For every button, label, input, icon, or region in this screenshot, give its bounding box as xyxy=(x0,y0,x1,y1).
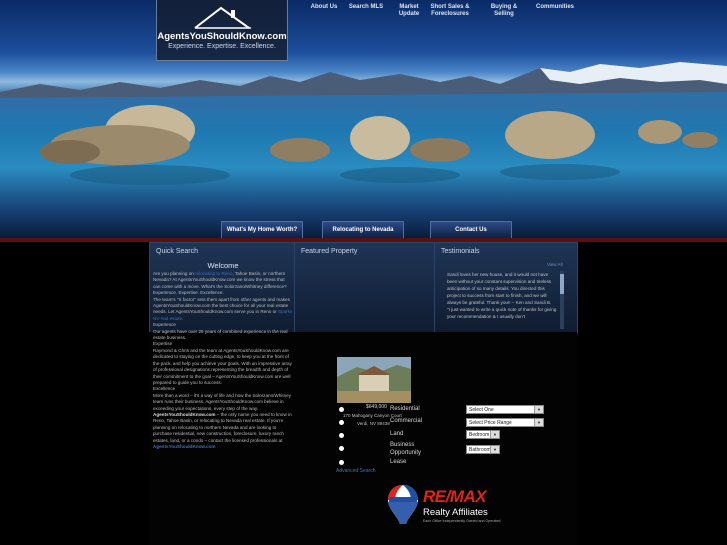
price-select-value: Select Price Range xyxy=(469,420,512,426)
nav-communities[interactable]: Communities xyxy=(534,4,576,11)
relocating-reno-link[interactable]: relocating to Reno xyxy=(195,271,232,276)
welcome-paragraph: Our agents have over 25 years of combine… xyxy=(153,328,288,341)
featured-property-photo[interactable] xyxy=(337,357,411,403)
welcome-bold: AgentsYouShouldKnow.com xyxy=(153,411,216,417)
quick-search-title: Quick Search xyxy=(156,248,199,255)
advanced-search-link[interactable]: Advanced Search xyxy=(336,468,375,474)
welcome-title: Welcome xyxy=(207,261,239,270)
featured-property-title: Featured Property xyxy=(301,248,358,255)
testimonial-scrollbar[interactable] xyxy=(560,271,564,329)
welcome-text: . xyxy=(182,315,184,321)
scrollbar-thumb[interactable] xyxy=(560,274,564,294)
type-select-value: Select One xyxy=(469,407,494,413)
nav-about-us[interactable]: About Us xyxy=(308,4,340,11)
logo-name: AgentsYouShouldKnow.com xyxy=(157,31,287,42)
house-photo-image xyxy=(337,357,411,403)
welcome-block: Welcome Are you planning on relocating t… xyxy=(153,261,293,450)
hero-banner: AgentsYouShouldKnow.com Experience. Expe… xyxy=(0,0,727,240)
radio-land[interactable] xyxy=(339,433,344,438)
radio-lease[interactable] xyxy=(339,460,344,465)
testimonial-1: Sandi loves her new house, and it would … xyxy=(447,272,552,305)
subnav-relocating[interactable]: Relocating to Nevada xyxy=(322,221,404,239)
remax-wordmark: RE/MAX xyxy=(423,487,487,506)
radio-business[interactable] xyxy=(339,446,344,451)
main-nav: About Us Search MLS Market Update Short … xyxy=(300,4,727,24)
chevron-down-icon: ▼ xyxy=(490,431,499,438)
price-select[interactable]: Select Price Range ▼ xyxy=(466,418,544,427)
subnav-contact[interactable]: Contact Us xyxy=(430,221,512,239)
bathroom-select[interactable]: Bathroom ▼ xyxy=(466,445,500,454)
view-all-link[interactable]: View All xyxy=(547,262,563,267)
nav-buying-selling[interactable]: Buying & Selling xyxy=(486,4,522,18)
site-link[interactable]: AgentsYouShouldKnow.com xyxy=(153,444,216,449)
remax-disclaimer: Each Office Independently Owned and Oper… xyxy=(423,519,501,523)
welcome-paragraph: AgentsYouShouldKnow.com – the only name … xyxy=(153,412,293,450)
welcome-paragraph: Are you planning on relocating to Reno, … xyxy=(153,271,293,290)
testimonial-text: Sandi loves her new house, and it would … xyxy=(447,271,557,320)
nav-search-mls[interactable]: Search MLS xyxy=(344,4,388,11)
chevron-down-icon: ▼ xyxy=(490,446,499,453)
chevron-down-icon: ▼ xyxy=(534,406,543,413)
chevron-down-icon: ▼ xyxy=(534,419,543,426)
featured-address-line2: Verdi, NV 89439 xyxy=(357,421,390,426)
testimonials-title: Testimonials xyxy=(441,248,480,255)
type-lease: Lease xyxy=(390,459,407,465)
welcome-paragraph: Raymond & Chris and the team at AgentsYo… xyxy=(153,347,292,385)
site-logo[interactable]: AgentsYouShouldKnow.com Experience. Expe… xyxy=(156,0,288,61)
house-icon xyxy=(194,6,251,29)
welcome-paragraph: More than a word – it's a way of life an… xyxy=(153,392,291,411)
radio-commercial[interactable] xyxy=(339,420,344,425)
welcome-text: Are you planning on xyxy=(153,271,196,276)
bathroom-select-value: Bathroom xyxy=(469,447,491,453)
nav-short-sales[interactable]: Short Sales & Foreclosures xyxy=(428,4,472,18)
remax-balloon-logo xyxy=(388,485,418,524)
type-land: Land xyxy=(390,431,404,437)
type-commercial: Commercial xyxy=(390,418,423,424)
featured-price: $649,000 xyxy=(366,404,387,410)
type-residential: Residential xyxy=(390,406,420,412)
welcome-text: The team's "X factor" sets them apart fr… xyxy=(153,296,290,315)
remax-subtitle: Realty Affiliates xyxy=(423,507,488,518)
welcome-paragraph: The team's "X factor" sets them apart fr… xyxy=(153,297,293,323)
radio-residential[interactable] xyxy=(339,407,344,412)
featured-property-panel: Featured Property xyxy=(294,242,435,334)
subnav-home-worth[interactable]: What's My Home Worth? xyxy=(221,221,303,239)
logo-tagline: Experience. Expertise. Excellence. xyxy=(168,43,276,50)
bedroom-select-value: Bedroom xyxy=(469,432,490,438)
testimonial-2: "I just wanted to write a quick note of … xyxy=(447,307,557,319)
type-select[interactable]: Select One ▼ xyxy=(466,405,544,414)
lake-rocks xyxy=(40,105,718,185)
type-business: Business Opportunity xyxy=(390,442,422,456)
bedroom-select[interactable]: Bedroom ▼ xyxy=(466,430,500,439)
nav-market-update[interactable]: Market Update xyxy=(396,4,422,18)
